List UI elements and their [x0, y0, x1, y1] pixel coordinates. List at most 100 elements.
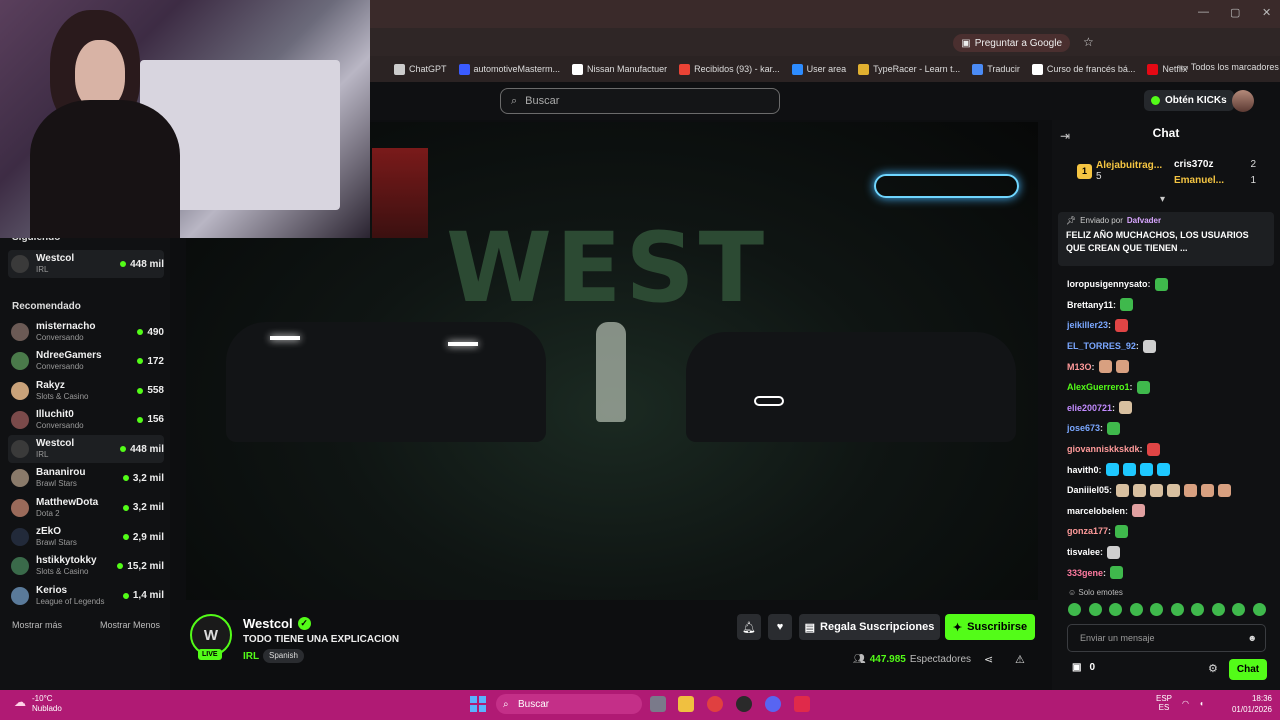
- chat-username[interactable]: giovanniskkskdk: [1067, 444, 1140, 454]
- bookmark-item[interactable]: automotiveMasterm...: [458, 63, 560, 75]
- user-avatar[interactable]: [1232, 90, 1254, 112]
- chat-username[interactable]: EL_TORRES_92: [1067, 341, 1136, 351]
- bookmark-item[interactable]: ChatGPT: [394, 63, 447, 75]
- chat-username[interactable]: 333gene: [1067, 568, 1103, 578]
- ask-google-button[interactable]: ▣ Preguntar a Google: [953, 34, 1070, 52]
- chat-username[interactable]: marcelobelen: [1067, 506, 1125, 516]
- minimize-icon[interactable]: —: [1198, 6, 1209, 18]
- subscribe-button[interactable]: ✦ Suscribirse: [945, 614, 1035, 640]
- system-tray[interactable]: ESP ES ◠ ◖: [1156, 694, 1204, 712]
- emote[interactable]: [1232, 603, 1246, 616]
- gear-icon[interactable]: ⚙: [1208, 662, 1218, 675]
- report-icon[interactable]: ⚠: [1015, 653, 1025, 666]
- discord-icon[interactable]: [765, 696, 781, 712]
- search-input[interactable]: ⌕ Buscar: [500, 88, 780, 114]
- gift-box-icon: ▣: [1072, 662, 1082, 673]
- chat-points[interactable]: ▣ 0: [1072, 662, 1095, 673]
- top-gifter-2[interactable]: cris370z 2: [1174, 159, 1256, 170]
- chat-username[interactable]: Brettany11: [1067, 300, 1113, 310]
- get-kicks-button[interactable]: Obtén KICKs: [1144, 90, 1234, 111]
- live-dot-icon: [120, 261, 127, 267]
- emote[interactable]: [1068, 603, 1081, 616]
- all-bookmarks[interactable]: ▭ Todos los marcadores: [1180, 62, 1279, 73]
- bookmark-item[interactable]: Traducir: [972, 63, 1020, 75]
- chat-username[interactable]: jose673: [1067, 423, 1100, 433]
- emote-bar[interactable]: [1068, 603, 1266, 617]
- webcam-body: [30, 100, 180, 238]
- chat-username[interactable]: AlexGuerrero1: [1067, 382, 1130, 392]
- avatar: [11, 557, 29, 576]
- emote: [1132, 504, 1146, 518]
- task-view-icon[interactable]: [650, 696, 666, 712]
- chat-username[interactable]: jeikiller23: [1067, 320, 1108, 330]
- bookmark-item[interactable]: Recibidos (93) - kar...: [679, 63, 780, 75]
- sidebar-channel[interactable]: NdreeGamers Conversando 172: [8, 347, 164, 375]
- clock[interactable]: 18:36 01/01/2026: [1222, 693, 1272, 715]
- app-icon[interactable]: [736, 696, 752, 712]
- chevron-down-icon[interactable]: ▾: [1160, 194, 1165, 205]
- chat-username[interactable]: gonza177: [1067, 526, 1108, 536]
- chat-username[interactable]: havith0: [1067, 465, 1099, 475]
- sidebar-channel[interactable]: Kerios League of Legends 1,4 mil: [8, 582, 164, 610]
- sidebar-channel[interactable]: MatthewDota Dota 2 3,2 mil: [8, 494, 164, 522]
- chat-input[interactable]: Enviar un mensaje ☻: [1067, 624, 1266, 652]
- emote[interactable]: [1191, 603, 1205, 616]
- emote: [1218, 483, 1232, 497]
- emote[interactable]: [1211, 603, 1225, 616]
- top-gifter-1[interactable]: 1 Alejabuitrag... 5: [1077, 160, 1162, 182]
- volume-icon: ◖: [1199, 698, 1204, 708]
- star-icon[interactable]: ☆: [1083, 35, 1094, 49]
- bookmark-item[interactable]: User area: [791, 63, 846, 75]
- sidebar-channel[interactable]: Westcol IRL 448 mil: [8, 435, 164, 464]
- bookmark-item[interactable]: Curso de francés bá...: [1031, 63, 1135, 75]
- chat-username[interactable]: elie200721: [1067, 403, 1112, 413]
- bookmark-item[interactable]: TypeRacer - Learn t...: [858, 63, 960, 75]
- emote[interactable]: [1170, 603, 1184, 616]
- close-icon[interactable]: ✕: [1262, 6, 1271, 19]
- file-explorer-icon[interactable]: [678, 696, 694, 712]
- sidebar-channel[interactable]: Rakyz Slots & Casino 558: [8, 377, 164, 405]
- channel-name[interactable]: Westcol ✓: [243, 616, 311, 631]
- bookmark-list: ChatGPT automotiveMasterm... Nissan Manufa…: [372, 56, 1187, 82]
- emote[interactable]: [1150, 603, 1164, 616]
- notifications-button[interactable]: 🔔︎: [737, 614, 761, 640]
- chat-username[interactable]: Daniiiel05: [1067, 485, 1109, 495]
- sidebar-channel[interactable]: hstikkytokky Slots & Casino 15,2 mil: [8, 552, 164, 580]
- emote[interactable]: [1129, 603, 1143, 616]
- top-gifter-3[interactable]: Emanuel... 1: [1174, 175, 1256, 186]
- emote: [1116, 483, 1130, 497]
- show-less-link[interactable]: Mostrar Menos: [100, 620, 160, 630]
- emote: [1115, 318, 1129, 332]
- chat-send-button[interactable]: Chat: [1229, 659, 1267, 680]
- sidebar-channel[interactable]: Illuchit0 Conversando 156: [8, 406, 164, 434]
- show-more-link[interactable]: Mostrar más: [12, 620, 62, 630]
- follow-button[interactable]: ♥: [768, 614, 792, 640]
- live-dot-icon: [117, 563, 124, 570]
- emoji-icon[interactable]: ☻: [1248, 633, 1257, 643]
- windows-start-icon[interactable]: [470, 696, 486, 712]
- chrome-icon[interactable]: [707, 696, 723, 712]
- maximize-icon[interactable]: ▢: [1230, 6, 1240, 19]
- chat-username[interactable]: M13O: [1067, 362, 1092, 372]
- sidebar-channel[interactable]: Bananirou Brawl Stars 3,2 mil: [8, 464, 164, 492]
- chat-message: gonza177:: [1067, 521, 1267, 542]
- language-tag[interactable]: Spanish: [263, 649, 304, 663]
- emote[interactable]: [1088, 603, 1102, 616]
- gift-subs-button[interactable]: ▤ Regala Suscripciones: [799, 614, 940, 640]
- app-icon[interactable]: [794, 696, 810, 712]
- pinned-message[interactable]: 📌︎ Enviado por Dafvader FELIZ AÑO MUCHAC…: [1058, 212, 1274, 266]
- chat-title: Chat: [1152, 126, 1180, 140]
- taskbar-search[interactable]: ⌕ Buscar: [496, 694, 642, 714]
- emote[interactable]: [1252, 603, 1266, 616]
- sidebar-channel[interactable]: zEkO Brawl Stars 2,9 mil: [8, 523, 164, 551]
- chat-username[interactable]: loropusigennysato: [1067, 279, 1148, 289]
- stream-category[interactable]: IRL: [243, 651, 259, 662]
- emote[interactable]: [1109, 603, 1123, 616]
- star-icon: ✦: [952, 621, 963, 634]
- share-icon[interactable]: ⋖: [984, 653, 993, 666]
- chat-username[interactable]: tisvalee: [1067, 547, 1100, 557]
- sidebar-channel[interactable]: Westcol IRL 448 mil: [8, 250, 164, 278]
- emote: [1139, 463, 1153, 477]
- bookmark-item[interactable]: Nissan Manufactuer: [572, 63, 667, 75]
- sidebar-channel[interactable]: misternacho Conversando 490: [8, 318, 164, 346]
